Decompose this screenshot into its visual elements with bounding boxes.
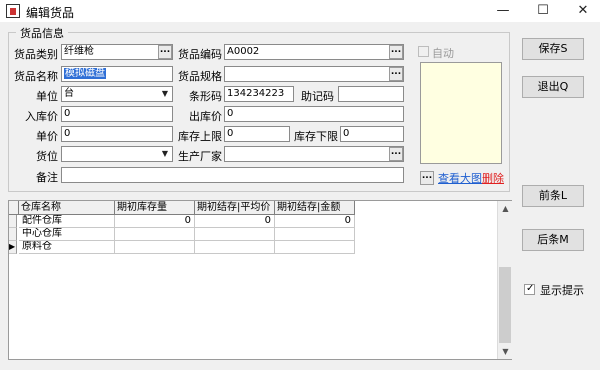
barcode-label: 条形码 bbox=[189, 90, 222, 103]
barcode-field[interactable]: 134234223 bbox=[224, 86, 294, 102]
table-cell[interactable] bbox=[275, 228, 355, 241]
out-price-label: 出库价 bbox=[189, 110, 222, 123]
price-label: 单价 bbox=[36, 130, 58, 143]
table-cell[interactable]: 原料仓 bbox=[19, 241, 115, 254]
group-title: 货品信息 bbox=[16, 25, 68, 41]
window-title: 编辑货品 bbox=[26, 6, 75, 20]
category-lookup-button[interactable]: ... bbox=[158, 45, 172, 59]
name-field[interactable]: 模拟磁盘 bbox=[61, 66, 173, 82]
category-label: 货品类别 bbox=[14, 48, 58, 61]
image-browse-button[interactable]: ... bbox=[420, 171, 434, 185]
unit-select[interactable]: 台 bbox=[61, 86, 173, 102]
column-header[interactable]: 期初结存|平均价 bbox=[195, 201, 275, 215]
row-indicator[interactable] bbox=[9, 215, 17, 228]
app-icon bbox=[6, 4, 20, 18]
spec-lookup-button[interactable]: ... bbox=[389, 67, 403, 81]
out-price-field[interactable]: 0 bbox=[224, 106, 404, 122]
spec-label: 货品规格 bbox=[178, 70, 222, 83]
mnemonic-field[interactable] bbox=[338, 86, 404, 102]
code-label: 货品编码 bbox=[178, 48, 222, 61]
row-indicator[interactable] bbox=[9, 228, 17, 241]
chevron-down-icon[interactable]: ▼ bbox=[158, 147, 172, 161]
current-row-indicator[interactable]: ▶ bbox=[9, 241, 17, 254]
mnemonic-label: 助记码 bbox=[301, 90, 334, 103]
stock-max-field[interactable]: 0 bbox=[224, 126, 290, 142]
unit-label: 单位 bbox=[36, 90, 58, 103]
table-cell[interactable]: 0 bbox=[195, 215, 275, 228]
table-cell[interactable] bbox=[115, 228, 195, 241]
column-header[interactable]: 期初结存|金额 bbox=[275, 201, 355, 215]
code-lookup-button[interactable]: ... bbox=[389, 45, 403, 59]
save-button[interactable]: 保存S bbox=[522, 38, 584, 60]
remark-label: 备注 bbox=[36, 171, 58, 184]
stock-min-field[interactable]: 0 bbox=[340, 126, 404, 142]
location-label: 货位 bbox=[36, 150, 58, 163]
table-cell[interactable] bbox=[195, 241, 275, 254]
chevron-down-icon[interactable]: ▼ bbox=[158, 87, 172, 101]
table-cell[interactable]: 中心仓库 bbox=[19, 228, 115, 241]
table-cell[interactable] bbox=[275, 241, 355, 254]
in-price-field[interactable]: 0 bbox=[61, 106, 173, 122]
manufacturer-lookup-button[interactable]: ... bbox=[389, 147, 403, 161]
view-image-link[interactable]: 查看大图 bbox=[438, 170, 482, 186]
in-price-label: 入库价 bbox=[25, 110, 58, 123]
stock-max-label: 库存上限 bbox=[178, 130, 222, 143]
spec-field[interactable] bbox=[224, 66, 404, 82]
remark-field[interactable] bbox=[61, 167, 404, 183]
prev-record-button[interactable]: 前条L bbox=[522, 185, 584, 207]
image-preview bbox=[420, 62, 502, 164]
name-label: 货品名称 bbox=[14, 70, 58, 83]
exit-button[interactable]: 退出Q bbox=[522, 76, 584, 98]
scroll-down-icon[interactable]: ▼ bbox=[498, 344, 513, 359]
manufacturer-field[interactable] bbox=[224, 146, 404, 162]
table-cell[interactable]: 0 bbox=[115, 215, 195, 228]
column-header[interactable]: 期初库存量 bbox=[115, 201, 195, 215]
table-cell[interactable] bbox=[115, 241, 195, 254]
price-field[interactable]: 0 bbox=[61, 126, 173, 142]
minimize-button[interactable]: — bbox=[486, 0, 520, 22]
column-header[interactable]: 仓库名称 bbox=[19, 201, 115, 215]
warehouse-grid[interactable]: 仓库名称 期初库存量 期初结存|平均价 期初结存|金额 配件仓库 0 0 0 中… bbox=[8, 200, 512, 360]
show-tips-label: 显示提示 bbox=[540, 284, 584, 297]
scroll-thumb[interactable] bbox=[499, 267, 511, 343]
table-cell[interactable]: 0 bbox=[275, 215, 355, 228]
maximize-button[interactable]: ☐ bbox=[526, 0, 560, 22]
vertical-scrollbar[interactable]: ▲ ▼ bbox=[497, 201, 512, 359]
grid-corner bbox=[9, 201, 19, 215]
delete-image-link[interactable]: 删除 bbox=[482, 170, 504, 186]
code-field[interactable]: A0002 bbox=[224, 44, 404, 60]
table-cell[interactable] bbox=[195, 228, 275, 241]
manufacturer-label: 生产厂家 bbox=[178, 150, 222, 163]
location-select[interactable] bbox=[61, 146, 173, 162]
close-button[interactable]: ✕ bbox=[566, 0, 600, 22]
next-record-button[interactable]: 后条M bbox=[522, 229, 584, 251]
auto-checkbox[interactable] bbox=[418, 46, 429, 57]
show-tips-checkbox[interactable]: ✓ bbox=[524, 283, 535, 295]
table-cell[interactable]: 配件仓库 bbox=[19, 215, 115, 228]
category-field[interactable]: 纤维枪 bbox=[61, 44, 173, 60]
stock-min-label: 库存下限 bbox=[294, 130, 338, 143]
scroll-up-icon[interactable]: ▲ bbox=[498, 201, 513, 216]
auto-label: 自动 bbox=[432, 47, 454, 60]
